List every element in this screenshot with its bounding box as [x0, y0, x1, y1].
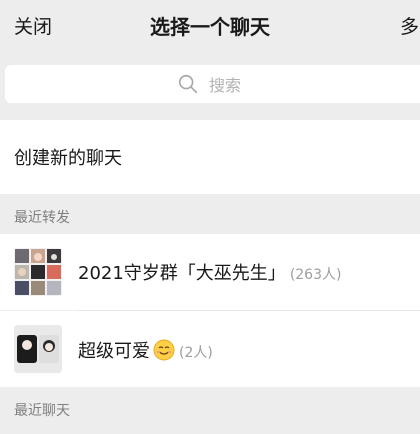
search-inner: 搜索	[5, 65, 420, 103]
chat-row-group[interactable]: 2021守岁群「大巫先生」 (263人)	[0, 234, 420, 310]
member-count: (263人)	[289, 267, 342, 283]
create-new-chat-item[interactable]: 创建新的聊天	[0, 120, 420, 194]
member-count: (2人)	[179, 345, 213, 361]
chat-row-title: 2021守岁群「大巫先生」 (263人)	[78, 259, 341, 285]
chat-name: 2021守岁群「大巫先生」	[78, 263, 286, 284]
smiling-face-emoji-icon	[153, 339, 175, 361]
search-input[interactable]: 搜索	[5, 65, 420, 103]
recent-forward-header-label: 最近转发	[14, 210, 70, 226]
page-title: 选择一个聊天	[150, 15, 270, 39]
recent-chats-header: 最近聊天	[0, 389, 420, 427]
recent-forward-header: 最近转发	[0, 196, 420, 234]
nav-bar: 关闭 选择一个聊天 多	[0, 0, 420, 52]
recent-chats-header-label: 最近聊天	[14, 403, 70, 419]
chat-name: 超级可爱	[78, 341, 150, 362]
search-section: 搜索	[0, 52, 420, 112]
search-icon	[178, 74, 198, 94]
group-collage-image	[14, 248, 62, 296]
chat-row-pair[interactable]: 超级可爱 (2人)	[0, 311, 420, 387]
group-collage-avatar	[14, 248, 62, 296]
create-new-chat-label: 创建新的聊天	[14, 148, 122, 169]
chat-row-title: 超级可爱 (2人)	[78, 337, 213, 363]
search-placeholder: 搜索	[208, 76, 241, 95]
pair-avatar-image	[14, 325, 62, 373]
multi-select-button[interactable]: 多	[400, 12, 420, 39]
pair-avatar	[14, 325, 62, 373]
